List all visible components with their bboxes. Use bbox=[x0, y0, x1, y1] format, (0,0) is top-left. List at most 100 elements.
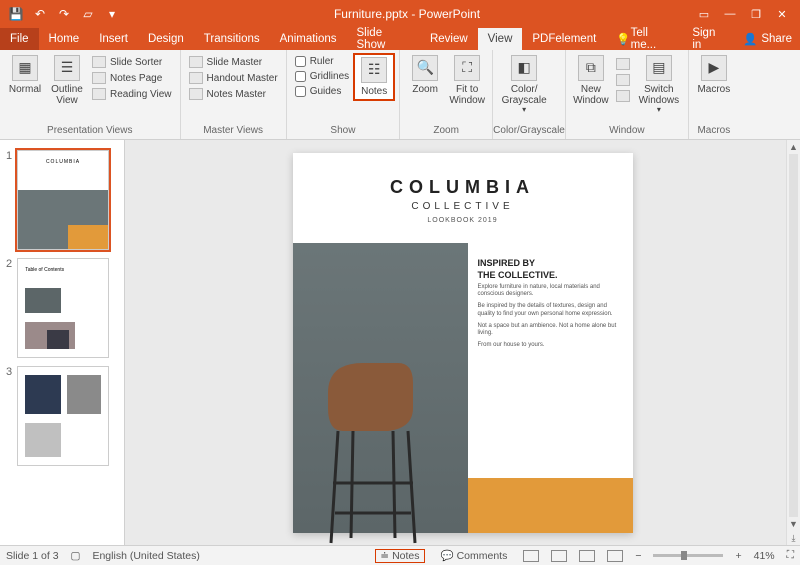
tab-home[interactable]: Home bbox=[39, 28, 90, 50]
window-title: Furniture.pptx - PowerPoint bbox=[122, 7, 692, 21]
fit-to-window-button[interactable]: ⛶Fit to Window bbox=[446, 53, 488, 108]
tab-review[interactable]: Review bbox=[420, 28, 478, 50]
close-icon[interactable]: ✕ bbox=[770, 3, 794, 25]
tell-me-label: Tell me... bbox=[631, 27, 673, 51]
thumbnail-row-3[interactable]: 3 bbox=[0, 362, 124, 470]
scroll-down-icon[interactable]: ▼ bbox=[787, 517, 800, 531]
notes-page-icon bbox=[92, 72, 106, 84]
notes-button[interactable]: ☷Notes bbox=[353, 53, 395, 101]
reading-view-button[interactable]: Reading View bbox=[90, 87, 174, 101]
notes-page-button[interactable]: Notes Page bbox=[90, 71, 174, 85]
title-bar: 💾 ↶ ↷ ▱ ▾ Furniture.pptx - PowerPoint ▭ … bbox=[0, 0, 800, 28]
guides-checkbox[interactable]: Guides bbox=[293, 85, 351, 98]
tab-design[interactable]: Design bbox=[138, 28, 194, 50]
zoom-slider[interactable] bbox=[653, 554, 723, 557]
sign-in[interactable]: Sign in bbox=[682, 28, 735, 50]
gridlines-checkbox[interactable]: Gridlines bbox=[293, 70, 351, 83]
new-window-icon: ⧉ bbox=[578, 55, 604, 81]
save-icon[interactable]: 💾 bbox=[6, 4, 26, 24]
outline-view-button[interactable]: ☰Outline View bbox=[46, 53, 88, 108]
switch-windows-button[interactable]: ▤Switch Windows▾ bbox=[634, 53, 684, 117]
thumbnail-3[interactable] bbox=[17, 366, 109, 466]
zoom-button[interactable]: 🔍Zoom bbox=[404, 53, 446, 97]
notes-master-button[interactable]: Notes Master bbox=[187, 87, 280, 101]
scroll-track[interactable] bbox=[789, 154, 798, 517]
slide-master-button[interactable]: Slide Master bbox=[187, 55, 280, 69]
group-show: Ruler Gridlines Guides ☷Notes Show bbox=[287, 50, 400, 139]
tab-insert[interactable]: Insert bbox=[89, 28, 138, 50]
slideshow-view-icon[interactable] bbox=[607, 550, 623, 562]
thumbnail-row-1[interactable]: 1 COLUMBIA bbox=[0, 146, 124, 254]
thumbnail-2[interactable]: Table of Contents bbox=[17, 258, 109, 358]
normal-view-icon[interactable] bbox=[523, 550, 539, 562]
qat-customize-icon[interactable]: ▾ bbox=[102, 4, 122, 24]
ribbon-options-icon[interactable]: ▭ bbox=[692, 3, 716, 25]
slide-subtitle: COLLECTIVE bbox=[293, 201, 633, 212]
handout-master-button[interactable]: Handout Master bbox=[187, 71, 280, 85]
tab-transitions[interactable]: Transitions bbox=[194, 28, 270, 50]
comments-status-button[interactable]: 💬Comments bbox=[437, 549, 512, 562]
tab-slideshow[interactable]: Slide Show bbox=[347, 28, 420, 50]
tell-me[interactable]: 💡 Tell me... bbox=[606, 28, 682, 50]
slide-sorter-icon bbox=[92, 56, 106, 68]
thumbnail-number: 2 bbox=[6, 258, 14, 270]
zoom-percent[interactable]: 41% bbox=[754, 550, 775, 562]
move-split-button[interactable] bbox=[614, 89, 632, 103]
color-grayscale-button[interactable]: ◧Color/ Grayscale▾ bbox=[497, 53, 551, 117]
slide-p4: From our house to yours. bbox=[478, 342, 618, 350]
new-window-button[interactable]: ⧉New Window bbox=[570, 53, 612, 108]
slide-accent-block bbox=[468, 478, 633, 533]
cascade-icon bbox=[616, 74, 630, 86]
current-slide[interactable]: COLUMBIA COLLECTIVE LOOKBOOK 2019 INSPIR… bbox=[293, 153, 633, 533]
zoom-out-icon[interactable]: − bbox=[635, 550, 641, 562]
zoom-slider-knob[interactable] bbox=[681, 551, 687, 560]
tab-file[interactable]: File bbox=[0, 28, 39, 50]
work-area: 1 COLUMBIA 2 Table of Contents bbox=[0, 140, 800, 545]
slide-thumbnails-panel[interactable]: 1 COLUMBIA 2 Table of Contents bbox=[0, 140, 125, 545]
slide-sorter-button[interactable]: Slide Sorter bbox=[90, 55, 174, 69]
restore-icon[interactable]: ❐ bbox=[744, 3, 768, 25]
tab-pdfelement[interactable]: PDFelement bbox=[522, 28, 606, 50]
comments-status-label: Comments bbox=[457, 550, 508, 562]
macros-icon: ▶ bbox=[701, 55, 727, 81]
arrange-all-icon bbox=[616, 58, 630, 70]
language-status[interactable]: English (United States) bbox=[92, 550, 199, 562]
spellcheck-icon[interactable]: ▢ bbox=[71, 550, 81, 562]
undo-icon[interactable]: ↶ bbox=[30, 4, 50, 24]
tab-animations[interactable]: Animations bbox=[270, 28, 347, 50]
slide-editor-area[interactable]: COLUMBIA COLLECTIVE LOOKBOOK 2019 INSPIR… bbox=[125, 140, 800, 545]
start-from-beginning-icon[interactable]: ▱ bbox=[78, 4, 98, 24]
share-button[interactable]: 👤Share bbox=[735, 28, 800, 50]
thumb2-title: Table of Contents bbox=[25, 267, 64, 273]
fit-icon: ⛶ bbox=[454, 55, 480, 81]
group-label-macros: Macros bbox=[689, 123, 739, 139]
fit-slide-icon[interactable]: ⛶ bbox=[787, 549, 794, 562]
switch-windows-icon: ▤ bbox=[646, 55, 672, 81]
next-slide-icon[interactable]: ⤓ bbox=[787, 531, 800, 545]
group-master-views: Slide Master Handout Master Notes Master… bbox=[181, 50, 287, 139]
outline-icon: ☰ bbox=[54, 55, 80, 81]
arrange-all-button[interactable] bbox=[614, 57, 632, 71]
thumbnail-row-2[interactable]: 2 Table of Contents bbox=[0, 254, 124, 362]
group-window: ⧉New Window ▤Switch Windows▾ Window bbox=[566, 50, 689, 139]
slide-master-icon bbox=[189, 56, 203, 68]
slide-count: Slide 1 of 3 bbox=[6, 550, 59, 562]
zoom-in-icon[interactable]: + bbox=[735, 550, 741, 562]
tab-view[interactable]: View bbox=[478, 28, 523, 50]
redo-icon[interactable]: ↷ bbox=[54, 4, 74, 24]
group-label-color-grayscale: Color/Grayscale bbox=[493, 123, 565, 139]
slide-sorter-view-icon[interactable] bbox=[551, 550, 567, 562]
thumbnail-number: 3 bbox=[6, 366, 14, 378]
vertical-scrollbar[interactable]: ▲ ▼ ⤓ bbox=[786, 140, 800, 545]
zoom-icon: 🔍 bbox=[412, 55, 438, 81]
handout-master-icon bbox=[189, 72, 203, 84]
ruler-checkbox[interactable]: Ruler bbox=[293, 55, 351, 68]
thumbnail-1[interactable]: COLUMBIA bbox=[17, 150, 109, 250]
macros-button[interactable]: ▶Macros bbox=[693, 53, 735, 97]
normal-button[interactable]: ▦Normal bbox=[4, 53, 46, 97]
group-presentation-views: ▦Normal ☰Outline View Slide Sorter Notes… bbox=[0, 50, 181, 139]
minimize-icon[interactable]: — bbox=[718, 3, 742, 25]
cascade-button[interactable] bbox=[614, 73, 632, 87]
scroll-up-icon[interactable]: ▲ bbox=[787, 140, 800, 154]
reading-view-icon[interactable] bbox=[579, 550, 595, 562]
